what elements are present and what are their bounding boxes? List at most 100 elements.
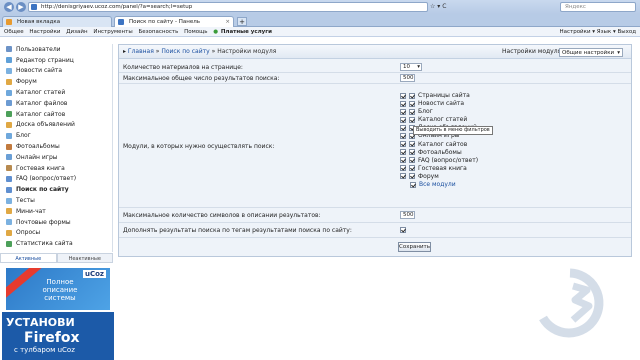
sidebar-item-label: Тесты xyxy=(16,197,35,205)
all-modules-link[interactable]: Все модули xyxy=(419,181,456,188)
module-checkbox-row: Форум xyxy=(400,173,478,181)
address-bar-buttons[interactable]: ☆ ▾ C xyxy=(430,3,446,10)
menu-settings[interactable]: Настройки xyxy=(29,29,60,35)
breadcrumb-current: Настройки модуля xyxy=(217,48,277,55)
tab-bar: Новая вкладка Поиск по сайту - Панель уп… xyxy=(0,14,640,35)
menu-right-items[interactable]: Настройки ▾ Язык ▾ Выход xyxy=(559,27,636,37)
promo-banner-description[interactable]: uCoz Полное описание системы xyxy=(6,268,110,310)
sidebar-item[interactable]: Новости сайта xyxy=(0,66,112,77)
sidebar-item[interactable]: Каталог сайтов xyxy=(0,109,112,120)
search-in-module-checkbox[interactable] xyxy=(400,92,406,99)
tab-new[interactable]: Новая вкладка xyxy=(2,16,112,27)
row-modules: Модули, в которых нужно осуществлять пои… xyxy=(119,84,631,208)
menu-help[interactable]: Помощь xyxy=(184,29,207,35)
admin-menu-bar: Общее Настройки Дизайн Инструменты Безоп… xyxy=(0,27,640,37)
module-checkbox-row: Новости сайта xyxy=(400,100,478,108)
close-tab-icon[interactable]: × xyxy=(225,17,230,27)
filter-menu-checkbox[interactable] xyxy=(409,165,415,172)
sidebar-item[interactable]: Доска объявлений xyxy=(0,120,112,131)
sidebar-item[interactable]: Гостевая книга xyxy=(0,163,112,174)
blog-icon xyxy=(6,132,12,139)
filter-menu-checkbox[interactable] xyxy=(409,157,415,164)
sidebar-item[interactable]: FAQ (вопрос/ответ) xyxy=(0,174,112,185)
row-tags: Дополнять результаты поиска по тегам рез… xyxy=(119,223,631,238)
sidebar-item[interactable]: Форум xyxy=(0,76,112,87)
search-in-module-checkbox[interactable] xyxy=(400,108,406,115)
nav-buttons: ◀ ▶ xyxy=(4,2,26,12)
settings-panel: ▸ Главная » Поиск по сайту » Настройки м… xyxy=(118,44,632,257)
promo-banner-firefox[interactable]: УСТАНОВИ Firefox с тулбаром uCoz xyxy=(2,312,114,360)
search-in-module-checkbox[interactable] xyxy=(400,149,406,156)
filter-menu-checkbox[interactable] xyxy=(409,100,415,107)
module-settings-value: Общие настройки xyxy=(562,50,615,56)
row-max-results: Максимальное общее число результатов пои… xyxy=(119,73,631,84)
sidebar-item-label: Опросы xyxy=(16,229,41,237)
forward-icon[interactable]: ▶ xyxy=(16,2,26,12)
module-settings-label: Настройки модуля: xyxy=(502,48,564,55)
sidebar-item[interactable]: Редактор страниц xyxy=(0,55,112,66)
breadcrumb-home[interactable]: Главная xyxy=(128,48,154,55)
menu-general[interactable]: Общее xyxy=(4,29,24,35)
sidebar: Пользователи Редактор страниц Новости сайт… xyxy=(0,44,113,252)
sidebar-item[interactable]: Мини-чат xyxy=(0,206,112,217)
tab-search[interactable]: Поиск по сайту - Панель управлен... × xyxy=(114,16,234,35)
search-in-module-checkbox[interactable] xyxy=(400,124,406,131)
tab-inactive-modules[interactable]: Неактивные xyxy=(56,253,113,263)
menu-design[interactable]: Дизайн xyxy=(66,29,87,35)
max-chars-input[interactable]: 500 xyxy=(400,211,415,219)
new-tab-button[interactable]: + xyxy=(237,17,247,26)
tab-active-modules[interactable]: Активные xyxy=(0,253,57,263)
sidebar-item[interactable]: Поиск по сайту xyxy=(0,184,112,195)
materials-per-page-select[interactable]: 10 ▾ xyxy=(400,63,422,71)
sidebar-item[interactable]: Блог xyxy=(0,130,112,141)
filter-menu-checkbox[interactable] xyxy=(409,92,415,99)
sidebar-item[interactable]: Онлайн игры xyxy=(0,152,112,163)
search-in-module-checkbox[interactable] xyxy=(400,100,406,107)
sidebar-item-label: Блог xyxy=(16,132,31,140)
sidebar-item[interactable]: Тесты xyxy=(0,195,112,206)
filter-menu-checkbox[interactable] xyxy=(409,108,415,115)
module-checkbox-row: Каталог сайтов xyxy=(400,141,478,149)
sidebar-item[interactable]: Каталог файлов xyxy=(0,98,112,109)
save-button[interactable]: Сохранить xyxy=(398,242,431,252)
search-in-module-checkbox[interactable] xyxy=(400,165,406,172)
stats-icon xyxy=(6,240,12,247)
guestbook-icon xyxy=(6,165,12,172)
search-box[interactable]: Яндекс xyxy=(560,2,636,12)
all-modules-checkbox[interactable] xyxy=(410,181,416,188)
search-in-module-checkbox[interactable] xyxy=(400,173,406,180)
filter-menu-checkbox[interactable] xyxy=(409,149,415,156)
filter-menu-checkbox[interactable] xyxy=(409,173,415,180)
menu-tools[interactable]: Инструменты xyxy=(93,29,132,35)
menu-security[interactable]: Безопасность xyxy=(138,29,178,35)
sidebar-item[interactable]: Каталог статей xyxy=(0,87,112,98)
search-in-module-checkbox[interactable] xyxy=(400,141,406,148)
module-checkbox-row: Фотоальбомы xyxy=(400,149,478,157)
max-results-input[interactable]: 500 xyxy=(400,74,415,82)
ucoz-tab-icon xyxy=(118,19,124,25)
filter-menu-checkbox[interactable] xyxy=(409,116,415,123)
sidebar-item[interactable]: Опросы xyxy=(0,228,112,239)
menu-paid-services[interactable]: Платные услуги xyxy=(221,29,272,35)
module-checkbox-row: Страницы сайта xyxy=(400,92,478,100)
breadcrumb-section[interactable]: Поиск по сайту xyxy=(161,48,209,55)
site-favicon-icon xyxy=(31,4,37,10)
filter-menu-checkbox[interactable] xyxy=(409,141,415,148)
materials-per-page-value: 10 xyxy=(403,64,410,70)
sidebar-item[interactable]: Фотоальбомы xyxy=(0,141,112,152)
sidebar-item[interactable]: Почтовые формы xyxy=(0,217,112,228)
modules-checkbox-list: Страницы сайта Новости сайта Блог Каталог с… xyxy=(400,92,478,189)
faq-icon xyxy=(6,175,12,182)
search-in-module-checkbox[interactable] xyxy=(400,132,406,139)
row-materials-per-page: Количество материалов на странице: 10 ▾ xyxy=(119,61,631,73)
tags-checkbox[interactable] xyxy=(400,227,406,233)
news-icon xyxy=(6,67,12,74)
module-settings-select[interactable]: Общие настройки ▾ xyxy=(559,48,623,57)
search-in-module-checkbox[interactable] xyxy=(400,157,406,164)
search-in-module-checkbox[interactable] xyxy=(400,116,406,123)
sidebar-item[interactable]: Пользователи xyxy=(0,44,112,55)
sidebar-item[interactable]: Статистика сайта xyxy=(0,238,112,249)
sidebar-item-label: Каталог статей xyxy=(16,89,66,97)
address-bar[interactable]: http://denisgriyaev.ucoz.com/panel/?a=se… xyxy=(28,2,428,12)
back-icon[interactable]: ◀ xyxy=(4,2,14,12)
